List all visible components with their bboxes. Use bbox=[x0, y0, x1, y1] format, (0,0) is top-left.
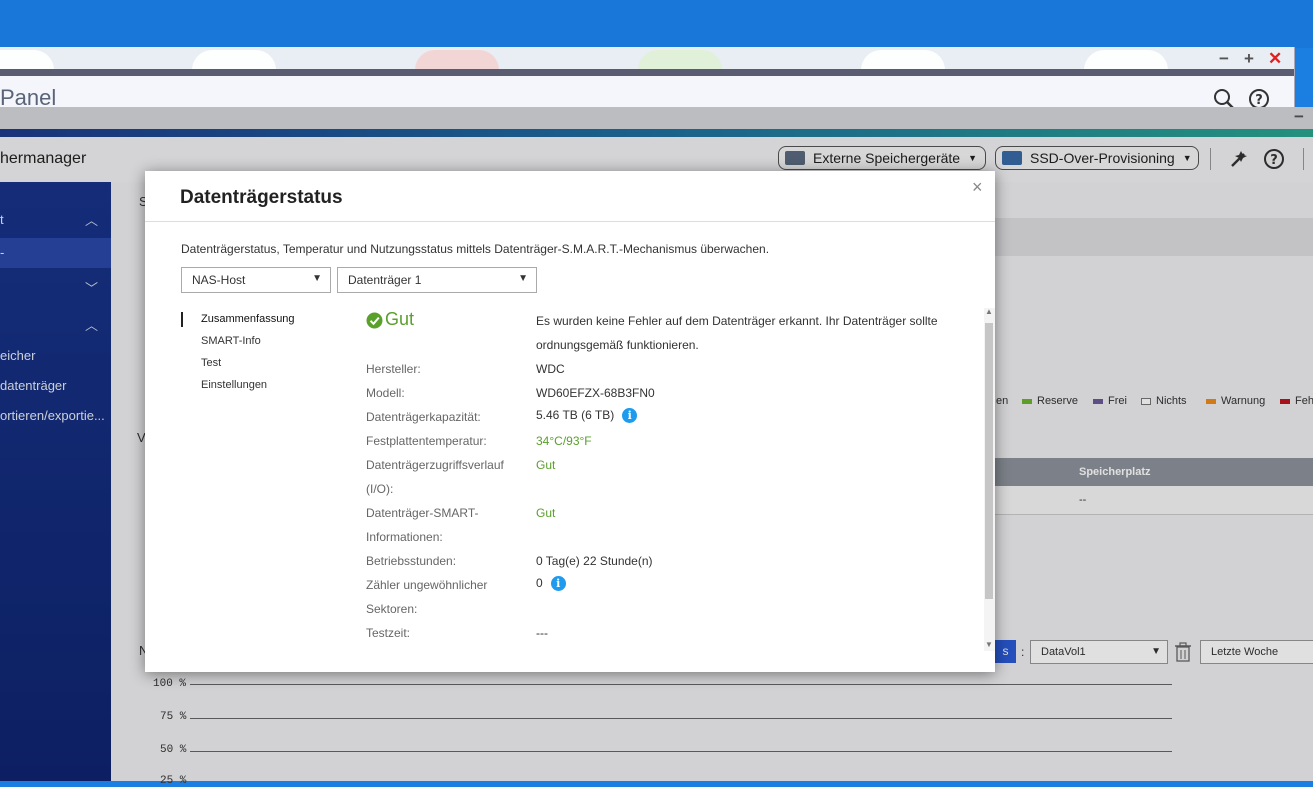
io-label: Datenträgerzugriffsverlauf bbox=[366, 458, 504, 472]
app-icon-strip bbox=[0, 47, 1294, 69]
desktop-background bbox=[0, 0, 1313, 48]
status-message: ordnungsgemäß funktionieren. bbox=[536, 338, 699, 352]
nav-settings[interactable]: Einstellungen bbox=[201, 379, 267, 391]
dialog-title: Datenträgerstatus bbox=[180, 187, 343, 208]
app-icon[interactable] bbox=[638, 50, 722, 69]
host-select[interactable]: NAS-Host ▼ bbox=[181, 267, 331, 293]
check-circle-icon bbox=[366, 312, 383, 329]
close-icon[interactable]: × bbox=[972, 177, 983, 198]
chevron-down-icon: ▼ bbox=[312, 273, 322, 284]
hours-value: 0 Tag(e) 22 Stunde(n) bbox=[536, 554, 653, 568]
nav-active-indicator bbox=[181, 312, 183, 327]
smart-label: Datenträger-SMART- bbox=[366, 506, 479, 520]
temperature-value: 34°C/93°F bbox=[536, 434, 592, 448]
sectors-label-cont: Sektoren: bbox=[366, 602, 418, 616]
disk-status-dialog: Datenträgerstatus × Datenträgerstatus, T… bbox=[145, 171, 995, 672]
disk-select-value: Datenträger 1 bbox=[348, 273, 422, 287]
hours-label: Betriebsstunden: bbox=[366, 554, 457, 568]
divider bbox=[145, 221, 995, 222]
info-icon[interactable]: i bbox=[550, 576, 566, 592]
manufacturer-value: WDC bbox=[536, 362, 565, 376]
app-icon[interactable] bbox=[1084, 50, 1168, 69]
sectors-value: 0i bbox=[536, 576, 566, 592]
capacity-label: Datenträgerkapazität: bbox=[366, 410, 481, 424]
scroll-down-arrow[interactable]: ▼ bbox=[985, 640, 993, 649]
model-label: Modell: bbox=[366, 386, 405, 400]
dialog-description: Datenträgerstatus, Temperatur und Nutzun… bbox=[181, 242, 770, 256]
nav-smart-info[interactable]: SMART-Info bbox=[201, 335, 261, 347]
scrollbar-thumb[interactable] bbox=[985, 323, 993, 599]
sectors-text: 0 bbox=[536, 576, 543, 590]
app-icon[interactable] bbox=[415, 50, 499, 69]
capacity-value: 5.46 TB (6 TB) i bbox=[536, 408, 638, 424]
test-time-label: Testzeit: bbox=[366, 626, 411, 640]
status-message: Es wurden keine Fehler auf dem Datenträg… bbox=[536, 314, 938, 328]
minimize-button[interactable]: − bbox=[1219, 49, 1229, 69]
status-text: Gut bbox=[385, 309, 415, 329]
disk-select[interactable]: Datenträger 1 ▼ bbox=[337, 267, 537, 293]
io-value: Gut bbox=[536, 458, 556, 472]
smart-label-cont: Informationen: bbox=[366, 530, 443, 544]
nav-test[interactable]: Test bbox=[201, 357, 221, 369]
chevron-down-icon: ▼ bbox=[518, 273, 528, 284]
close-button[interactable]: ✕ bbox=[1268, 49, 1282, 69]
temperature-label: Festplattentemperatur: bbox=[366, 434, 487, 448]
capacity-text: 5.46 TB (6 TB) bbox=[536, 408, 615, 422]
scroll-up-arrow[interactable]: ▲ bbox=[985, 307, 993, 316]
io-label-cont: (I/O): bbox=[366, 482, 394, 496]
info-icon[interactable]: i bbox=[622, 408, 638, 424]
manufacturer-label: Hersteller: bbox=[366, 362, 421, 376]
app-icon[interactable] bbox=[192, 50, 276, 69]
app-icon[interactable] bbox=[0, 50, 54, 69]
smart-value: Gut bbox=[536, 506, 556, 520]
maximize-button[interactable]: + bbox=[1244, 49, 1254, 69]
sectors-label: Zähler ungewöhnlicher bbox=[366, 578, 488, 592]
window-title-bar bbox=[0, 69, 1294, 76]
svg-text:?: ? bbox=[1255, 93, 1263, 108]
app-icon[interactable] bbox=[861, 50, 945, 69]
test-time-value: --- bbox=[536, 626, 548, 640]
nav-summary[interactable]: Zusammenfassung bbox=[201, 313, 295, 325]
model-value: WD60EFZX-68B3FN0 bbox=[536, 386, 655, 400]
host-select-value: NAS-Host bbox=[192, 273, 246, 287]
